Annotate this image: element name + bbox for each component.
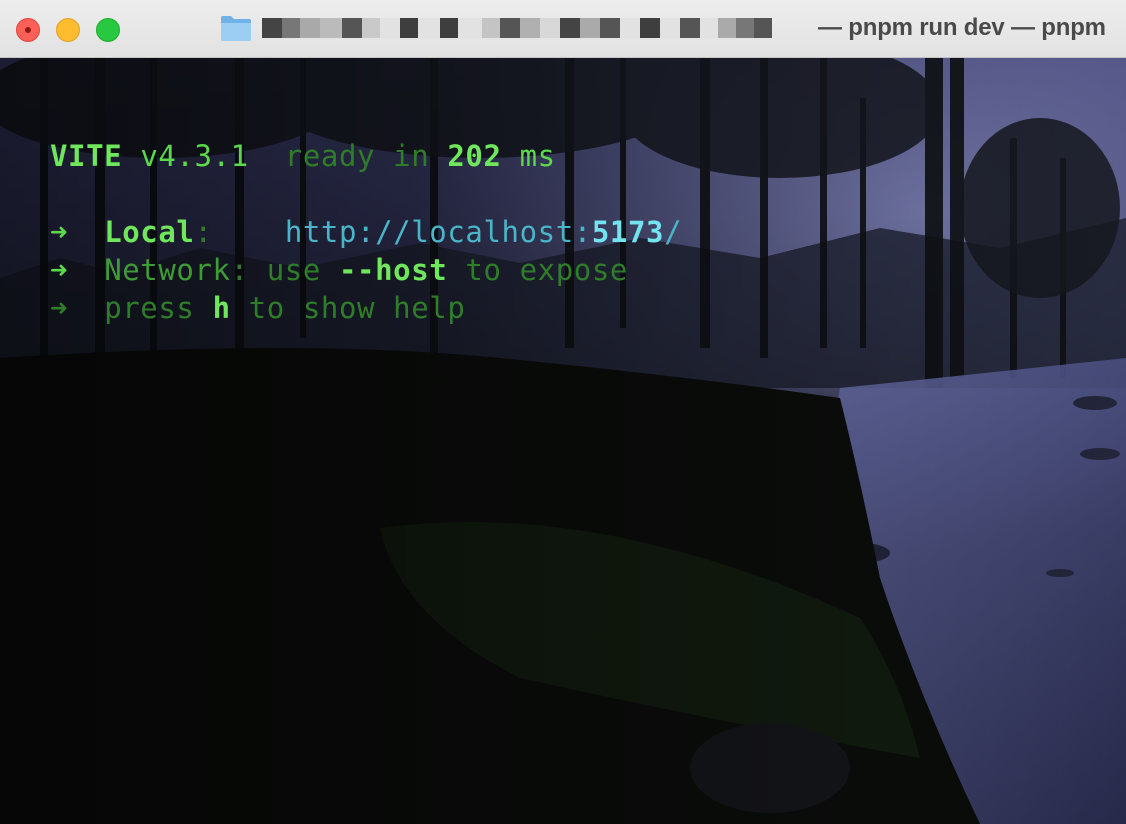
ready-text: ready in (284, 139, 430, 173)
ready-time-unit: ms (519, 139, 556, 173)
arrow-right-icon: ➜ (50, 291, 69, 325)
help-line: ➜ press h to show help (50, 291, 465, 325)
terminal-viewport[interactable]: VITE v4.3.1 ready in 202 ms ➜ Local: htt… (0, 58, 1126, 824)
network-colon: : (230, 253, 249, 287)
vite-name: VITE (50, 139, 123, 173)
local-url-link[interactable]: http://localhost:5173/ (285, 215, 682, 249)
network-host-flag: --host (338, 253, 448, 287)
network-label: Network (104, 253, 231, 287)
close-dot-icon (25, 27, 31, 33)
arrow-right-icon: ➜ (50, 253, 69, 287)
help-rest: to show help (248, 291, 466, 325)
redacted-path (262, 18, 816, 38)
local-url-prefix: http://localhost: (284, 215, 592, 249)
window-title: — pnpm run dev — pnpm (818, 14, 1106, 41)
folder-icon (221, 16, 251, 41)
help-key: h (212, 291, 231, 325)
window-titlebar[interactable]: — pnpm run dev — pnpm (0, 0, 1126, 58)
network-use: use (266, 253, 321, 287)
local-url-line: ➜ Local: http://localhost:5173/ (50, 215, 682, 249)
vite-version: v4.3.1 (140, 139, 249, 173)
network-rest: to expose (465, 253, 628, 287)
minimize-window-button[interactable] (56, 18, 80, 42)
network-line: ➜ Network: use --host to expose (50, 253, 628, 287)
ready-time-value: 202 (447, 139, 502, 173)
local-colon: : (194, 215, 213, 249)
local-url-port: 5173 (591, 215, 665, 249)
local-url-suffix: / (664, 215, 683, 249)
help-press: press (104, 291, 195, 325)
arrow-right-icon: ➜ (50, 215, 69, 249)
zoom-window-button[interactable] (96, 18, 120, 42)
vite-ready-line: VITE v4.3.1 ready in 202 ms (50, 139, 556, 173)
close-window-button[interactable] (16, 18, 40, 42)
local-label: Local (104, 215, 195, 249)
